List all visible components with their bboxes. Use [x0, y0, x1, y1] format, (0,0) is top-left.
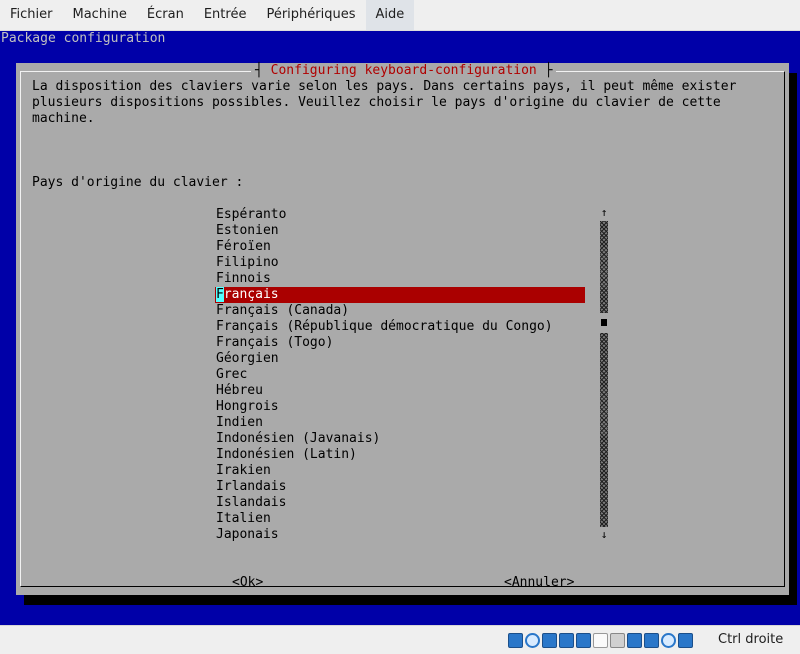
package-configuration-header: Package configuration [1, 31, 166, 46]
audio-icon[interactable] [542, 633, 557, 648]
usb-icon[interactable] [576, 633, 591, 648]
list-item[interactable]: Filipino [215, 255, 585, 271]
list-item[interactable]: Indonésien (Latin) [215, 447, 585, 463]
menu-aide[interactable]: Aide [365, 0, 415, 30]
dialog-title: ┤ Configuring keyboard-configuration ├ [251, 63, 557, 79]
cancel-button[interactable]: <Annuler> [504, 575, 574, 591]
list-item[interactable]: Irakien [215, 463, 585, 479]
recording-icon[interactable] [644, 633, 659, 648]
list-item[interactable]: Indonésien (Javanais) [215, 431, 585, 447]
guest-screen[interactable]: Package configuration ┤ Configuring keyb… [0, 31, 800, 625]
menu-entree[interactable]: Entrée [194, 0, 257, 30]
menu-peripheriques[interactable]: Périphériques [256, 0, 365, 30]
list-item[interactable]: Hongrois [215, 399, 585, 415]
list-item[interactable]: Français (Canada) [215, 303, 585, 319]
video-capture-icon[interactable] [627, 633, 642, 648]
hdd-icon[interactable] [508, 633, 523, 648]
scroll-up-arrow-icon[interactable]: ↑ [600, 207, 608, 219]
list-scrollbar[interactable]: ↑ ↓ [600, 207, 608, 541]
status-icons [508, 633, 693, 648]
ok-button[interactable]: <Ok> [232, 575, 263, 591]
scroll-thumb[interactable] [601, 319, 607, 326]
text-cursor: F [216, 287, 224, 302]
host-key-icon[interactable] [678, 633, 693, 648]
vbox-menubar: Fichier Machine Écran Entrée Périphériqu… [0, 0, 800, 31]
list-item[interactable]: Finnois [215, 271, 585, 287]
vbox-statusbar: Ctrl droite [0, 625, 800, 654]
menu-ecran[interactable]: Écran [137, 0, 194, 30]
network-icon[interactable] [559, 633, 574, 648]
list-item[interactable]: Hébreu [215, 383, 585, 399]
country-list[interactable]: Espéranto Estonien Féroïen Filipino Finn… [215, 207, 585, 543]
shared-folders-icon[interactable] [593, 633, 608, 648]
selected-item-label: rançais [223, 287, 279, 302]
list-item[interactable]: Féroïen [215, 239, 585, 255]
display-icon[interactable] [610, 633, 625, 648]
list-item[interactable]: Espéranto [215, 207, 585, 223]
list-item[interactable]: Italien [215, 511, 585, 527]
menu-fichier[interactable]: Fichier [0, 0, 63, 30]
list-item[interactable]: Estonien [215, 223, 585, 239]
list-item[interactable]: Islandais [215, 495, 585, 511]
list-item[interactable]: Irlandais [215, 479, 585, 495]
country-prompt: Pays d'origine du clavier : [32, 175, 244, 190]
optical-drive-icon[interactable] [525, 633, 540, 648]
mouse-integration-icon[interactable] [661, 633, 676, 648]
list-item-selected[interactable]: Français [215, 287, 585, 303]
list-item[interactable]: Français (Togo) [215, 335, 585, 351]
dialog-description: La disposition des claviers varie selon … [32, 79, 737, 126]
list-item[interactable]: Géorgien [215, 351, 585, 367]
host-key-label: Ctrl droite [718, 632, 784, 647]
list-item[interactable]: Indien [215, 415, 585, 431]
keyboard-config-dialog: ┤ Configuring keyboard-configuration ├ L… [16, 63, 789, 595]
list-item[interactable]: Grec [215, 367, 585, 383]
list-item[interactable]: Français (République démocratique du Con… [215, 319, 585, 335]
dialog-title-text: Configuring keyboard-configuration [270, 63, 537, 78]
list-item[interactable]: Japonais [215, 527, 585, 543]
scroll-down-arrow-icon[interactable]: ↓ [600, 529, 608, 541]
menu-machine[interactable]: Machine [63, 0, 137, 30]
scroll-track[interactable] [600, 221, 608, 527]
